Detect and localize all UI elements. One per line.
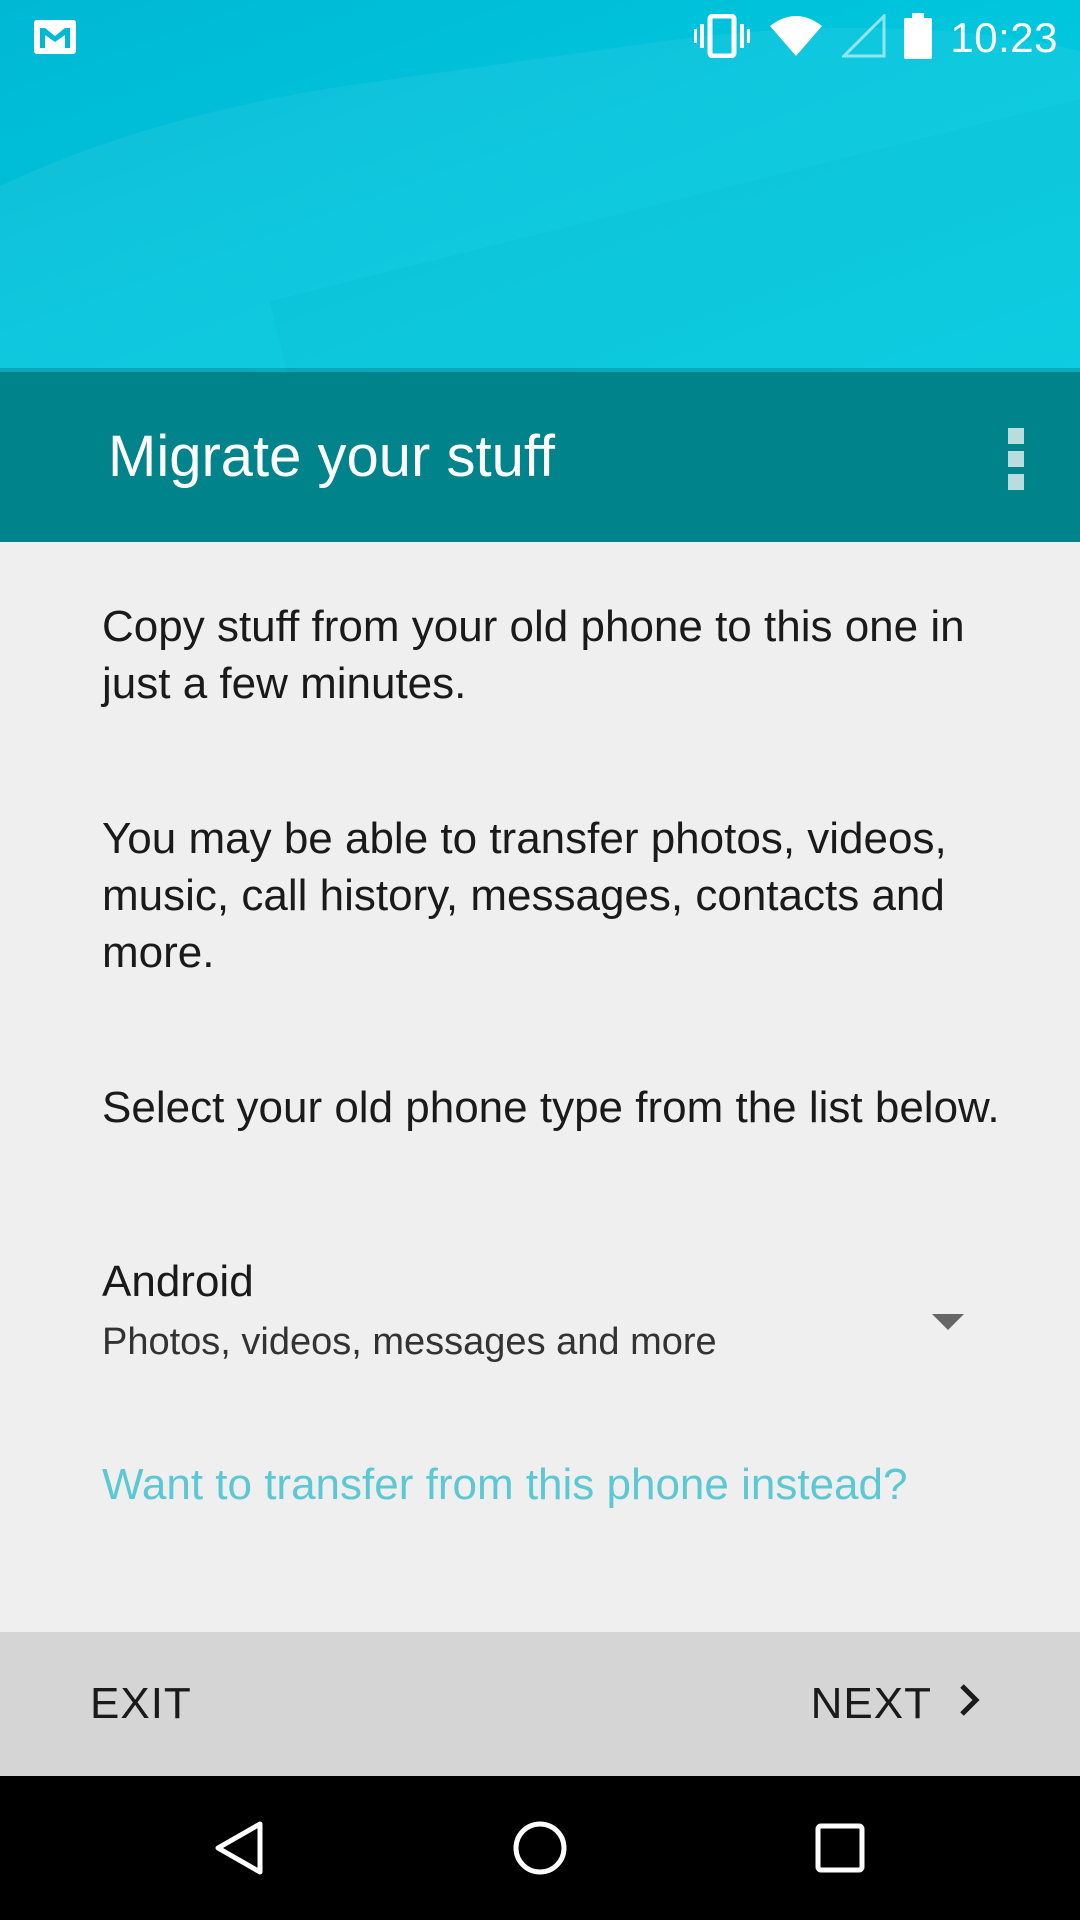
gmail-icon: [34, 20, 76, 54]
next-button-label: NEXT: [810, 1679, 932, 1728]
cell-signal-icon: [840, 11, 886, 63]
home-icon[interactable]: [480, 1776, 600, 1920]
wifi-icon: [768, 14, 824, 63]
vibrate-icon: [694, 13, 751, 63]
battery-icon: [904, 12, 933, 64]
recents-icon[interactable]: [780, 1776, 900, 1920]
phone-type-selected: Android: [102, 1257, 254, 1306]
page-title: Migrate your stuff: [108, 424, 556, 489]
back-icon[interactable]: [180, 1776, 300, 1920]
status-time: 10:23: [950, 14, 1058, 61]
dropdown-arrow-icon: [932, 1314, 964, 1330]
status-bar: 10:23: [0, 0, 1080, 76]
system-nav-bar: [0, 1776, 1080, 1920]
bottom-action-bar: EXIT NEXT: [0, 1632, 1080, 1776]
details-text: You may be able to transfer photos, vide…: [102, 814, 947, 977]
exit-button[interactable]: EXIT: [90, 1632, 192, 1776]
intro-text: Copy stuff from your old phone to this o…: [102, 602, 965, 708]
transfer-from-this-phone-link[interactable]: Want to transfer from this phone instead…: [102, 1456, 1002, 1513]
next-button[interactable]: NEXT: [811, 1632, 982, 1776]
instruction-text: Select your old phone type from the list…: [102, 1083, 1000, 1132]
phone-type-description: Photos, videos, messages and more: [102, 1321, 717, 1363]
chevron-right-icon: [958, 1679, 982, 1729]
overflow-menu-icon[interactable]: [1008, 428, 1028, 490]
app-bar: Migrate your stuff: [0, 372, 1080, 542]
phone-type-dropdown[interactable]: Android Photos, videos, messages and mor…: [102, 1254, 982, 1384]
